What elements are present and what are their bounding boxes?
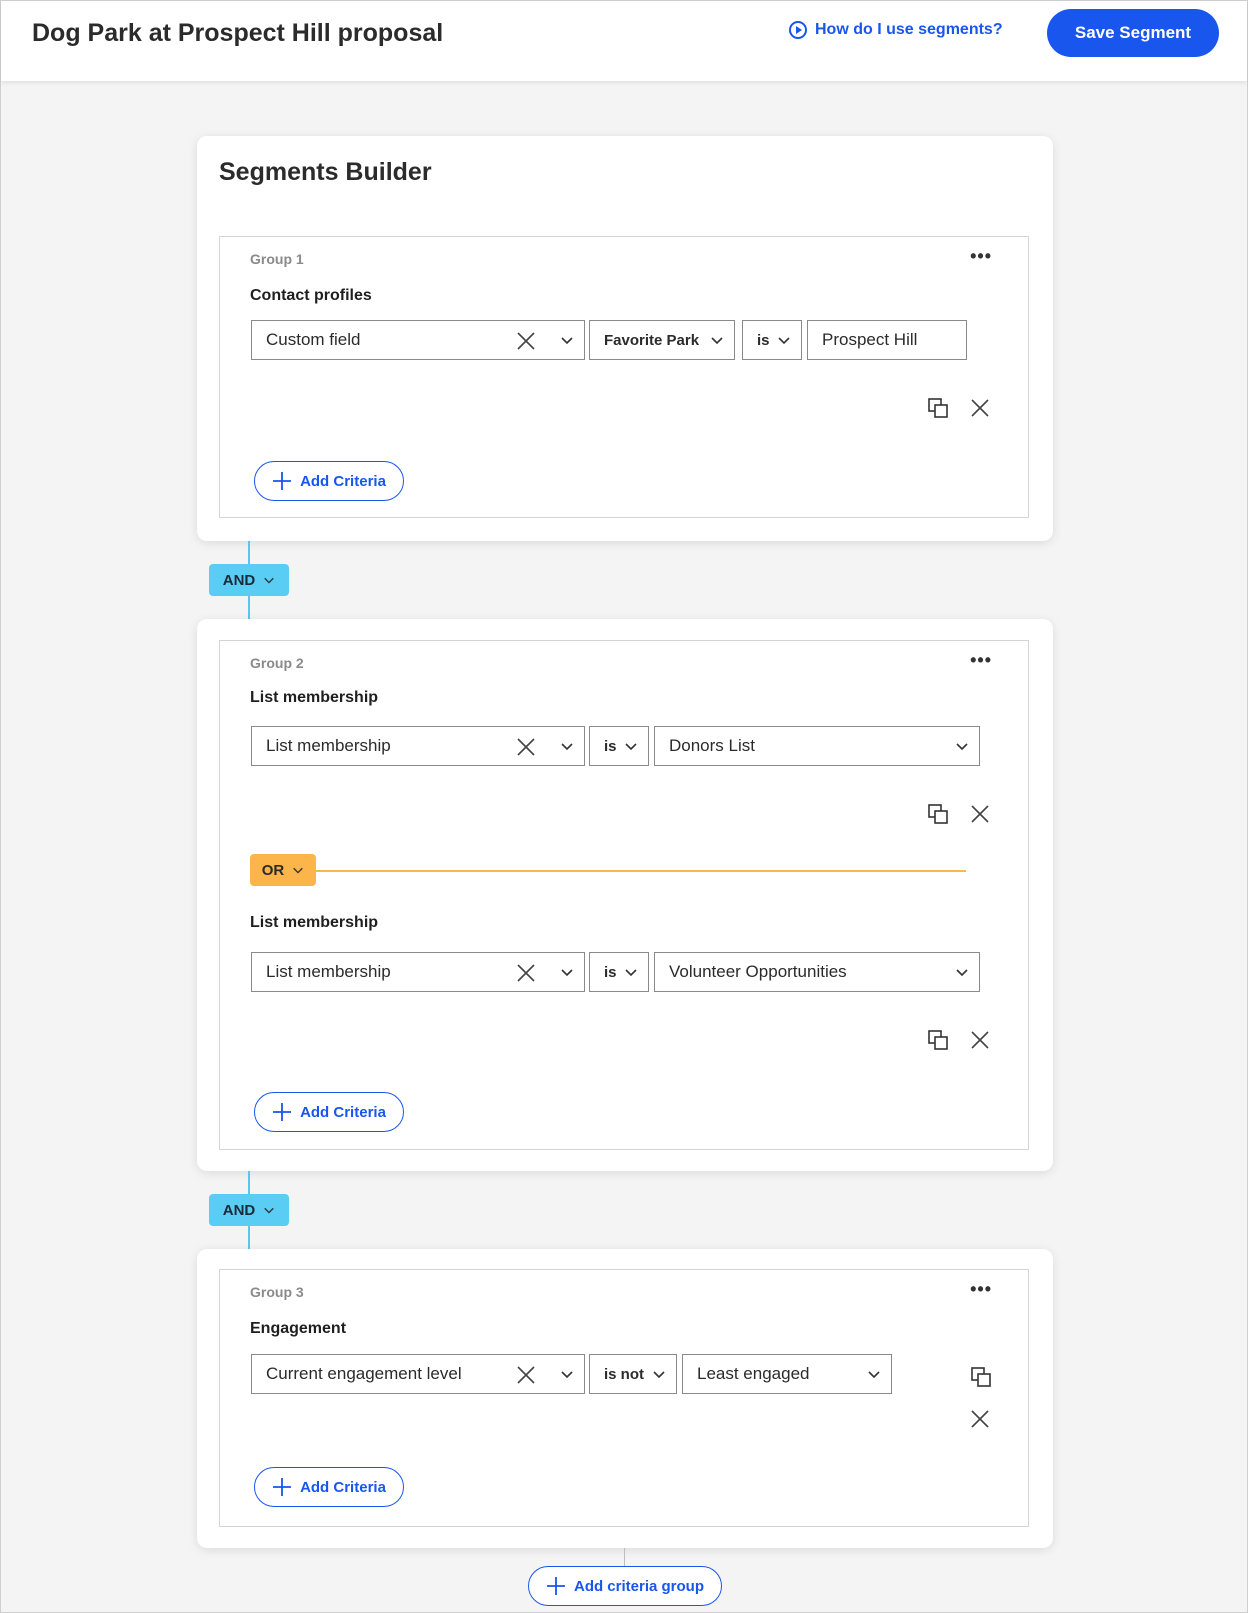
field-select[interactable]: List membership — [251, 952, 585, 992]
chevron-down-icon — [867, 1367, 881, 1381]
plus-icon — [272, 1477, 292, 1497]
delete-icon[interactable] — [970, 398, 990, 418]
chevron-down-icon — [560, 333, 574, 347]
operator-select[interactable]: is — [589, 726, 649, 766]
chevron-down-icon — [777, 333, 791, 347]
clear-icon[interactable] — [516, 1365, 536, 1385]
chevron-down-icon — [263, 1204, 275, 1216]
operator-select-value: is — [757, 331, 770, 349]
more-options-icon[interactable]: ••• — [970, 651, 992, 669]
chevron-down-icon — [710, 333, 724, 347]
operator-select-value: is — [604, 737, 617, 755]
value-input[interactable]: Prospect Hill — [807, 320, 967, 360]
page-title: Dog Park at Prospect Hill proposal — [32, 19, 444, 47]
chevron-down-icon — [263, 574, 275, 586]
list-select-value: Donors List — [669, 736, 755, 755]
or-divider — [316, 870, 966, 872]
more-options-icon[interactable]: ••• — [970, 247, 992, 265]
operator-select[interactable]: is not — [589, 1354, 677, 1394]
add-criteria-label: Add Criteria — [300, 472, 386, 490]
criteria-group-1: Group 1 ••• Contact profiles Custom fiel… — [219, 236, 1029, 518]
criteria-title: Contact profiles — [250, 287, 372, 304]
and-operator-button[interactable]: AND — [209, 1194, 289, 1226]
field-select[interactable]: Custom field — [251, 320, 585, 360]
chevron-down-icon — [560, 1367, 574, 1381]
plus-icon — [272, 1102, 292, 1122]
delete-icon[interactable] — [970, 1030, 990, 1050]
add-criteria-label: Add Criteria — [300, 1478, 386, 1496]
group-label: Group 2 — [250, 655, 304, 671]
chevron-down-icon — [292, 864, 304, 876]
chevron-down-icon — [652, 1367, 666, 1381]
add-criteria-label: Add Criteria — [300, 1103, 386, 1121]
and-operator-button[interactable]: AND — [209, 564, 289, 596]
field-select[interactable]: List membership — [251, 726, 585, 766]
delete-icon[interactable] — [970, 804, 990, 824]
duplicate-icon[interactable] — [927, 397, 949, 419]
field-select-value: Current engagement level — [266, 1364, 462, 1383]
duplicate-icon[interactable] — [927, 803, 949, 825]
chevron-down-icon — [955, 965, 969, 979]
or-operator-button[interactable]: OR — [250, 854, 316, 886]
plus-icon — [272, 471, 292, 491]
criteria-title: List membership — [250, 914, 379, 931]
criteria-group-3: Group 3 ••• Engagement Current engagemen… — [219, 1269, 1029, 1527]
subfield-select-value: Favorite Park — [604, 331, 700, 349]
chevron-down-icon — [955, 739, 969, 753]
operator-select[interactable]: is — [589, 952, 649, 992]
add-criteria-button[interactable]: Add Criteria — [254, 461, 404, 501]
and-label: AND — [222, 1201, 256, 1219]
operator-select-value: is — [604, 963, 617, 981]
clear-icon[interactable] — [516, 331, 536, 351]
group-label: Group 1 — [250, 251, 304, 267]
clear-icon[interactable] — [516, 963, 536, 983]
builder-title: Segments Builder — [219, 158, 432, 186]
chevron-down-icon — [624, 739, 638, 753]
list-select[interactable]: Volunteer Opportunities — [654, 952, 980, 992]
connector-line — [624, 1548, 625, 1566]
field-select-value: List membership — [266, 736, 391, 755]
subfield-select[interactable]: Favorite Park — [589, 320, 735, 360]
criteria-title: List membership — [250, 689, 379, 706]
save-segment-button[interactable]: Save Segment — [1047, 9, 1219, 57]
add-criteria-group-label: Add criteria group — [573, 1577, 704, 1595]
clear-icon[interactable] — [516, 737, 536, 757]
group-card-2: Group 2 ••• List membership List members… — [197, 619, 1053, 1171]
play-circle-icon — [789, 21, 807, 39]
chevron-down-icon — [560, 739, 574, 753]
plus-icon — [546, 1576, 566, 1596]
delete-icon[interactable] — [970, 1409, 990, 1429]
add-criteria-button[interactable]: Add Criteria — [254, 1467, 404, 1507]
or-label: OR — [261, 861, 285, 879]
and-label: AND — [222, 571, 256, 589]
list-select-value: Volunteer Opportunities — [669, 962, 847, 981]
segments-builder-card: Segments Builder Group 1 ••• Contact pro… — [197, 136, 1053, 541]
duplicate-icon[interactable] — [927, 1029, 949, 1051]
value-select[interactable]: Least engaged — [682, 1354, 892, 1394]
add-criteria-button[interactable]: Add Criteria — [254, 1092, 404, 1132]
value-input-text: Prospect Hill — [822, 330, 918, 349]
field-select-value: Custom field — [266, 330, 361, 349]
help-link[interactable]: How do I use segments? — [789, 21, 1003, 39]
chevron-down-icon — [624, 965, 638, 979]
field-select-value: List membership — [266, 962, 391, 981]
criteria-group-2: Group 2 ••• List membership List members… — [219, 640, 1029, 1150]
list-select[interactable]: Donors List — [654, 726, 980, 766]
more-options-icon[interactable]: ••• — [970, 1280, 992, 1298]
chevron-down-icon — [560, 965, 574, 979]
duplicate-icon[interactable] — [970, 1366, 992, 1388]
top-bar: Dog Park at Prospect Hill proposal How d… — [1, 1, 1247, 81]
field-select[interactable]: Current engagement level — [251, 1354, 585, 1394]
add-criteria-group-button[interactable]: Add criteria group — [528, 1566, 722, 1606]
criteria-title: Engagement — [250, 1320, 347, 1337]
value-select-value: Least engaged — [697, 1364, 810, 1383]
group-label: Group 3 — [250, 1284, 304, 1300]
operator-select-value: is not — [604, 1365, 644, 1383]
group-card-3: Group 3 ••• Engagement Current engagemen… — [197, 1249, 1053, 1548]
operator-select[interactable]: is — [742, 320, 802, 360]
help-link-label: How do I use segments? — [815, 21, 1003, 38]
